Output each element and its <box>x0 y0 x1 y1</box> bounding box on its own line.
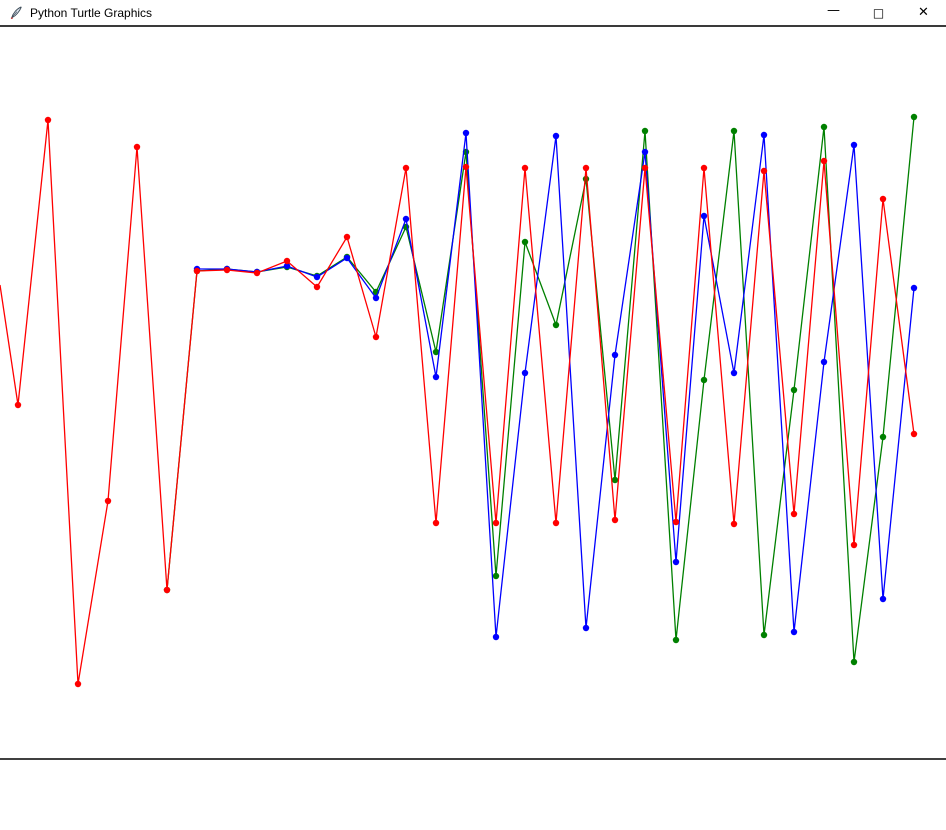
data-point-green <box>851 659 857 665</box>
data-point-blue <box>314 274 320 280</box>
data-point-green <box>791 387 797 393</box>
data-point-red <box>254 270 260 276</box>
data-point-red <box>75 681 81 687</box>
data-point-red <box>463 164 469 170</box>
data-point-red <box>851 542 857 548</box>
data-point-blue <box>642 149 648 155</box>
data-point-green <box>701 377 707 383</box>
close-button[interactable]: ✕ <box>901 0 946 25</box>
data-point-green <box>761 632 767 638</box>
data-point-red <box>134 144 140 150</box>
data-point-red <box>761 168 767 174</box>
data-point-blue <box>612 352 618 358</box>
data-point-green <box>522 239 528 245</box>
data-point-blue <box>463 130 469 136</box>
series-line-blue <box>197 133 914 637</box>
data-point-red <box>164 587 170 593</box>
maximize-button[interactable]: □ <box>856 0 901 25</box>
data-point-green <box>642 128 648 134</box>
window-title: Python Turtle Graphics <box>30 5 152 20</box>
data-point-red <box>45 117 51 123</box>
data-point-blue <box>851 142 857 148</box>
data-point-green <box>612 477 618 483</box>
data-point-red <box>731 521 737 527</box>
data-point-red <box>612 517 618 523</box>
data-point-blue <box>821 359 827 365</box>
data-point-green <box>553 322 559 328</box>
data-point-red <box>15 402 21 408</box>
data-point-red <box>194 268 200 274</box>
data-point-green <box>493 573 499 579</box>
data-point-red <box>821 158 827 164</box>
data-point-red <box>224 267 230 273</box>
data-point-blue <box>373 295 379 301</box>
data-point-blue <box>403 216 409 222</box>
data-point-red <box>314 284 320 290</box>
data-point-green <box>880 434 886 440</box>
data-point-green <box>731 128 737 134</box>
minimize-button[interactable]: — <box>811 0 856 25</box>
data-point-red <box>284 258 290 264</box>
data-point-red <box>553 520 559 526</box>
data-point-red <box>493 520 499 526</box>
canvas-area <box>0 27 946 830</box>
data-point-blue <box>911 285 917 291</box>
data-point-red <box>911 431 917 437</box>
data-point-red <box>701 165 707 171</box>
data-point-red <box>880 196 886 202</box>
minimize-icon: — <box>827 4 840 17</box>
close-icon: ✕ <box>918 6 929 19</box>
data-point-red <box>433 520 439 526</box>
data-point-green <box>673 637 679 643</box>
data-point-green <box>821 124 827 130</box>
data-point-red <box>642 165 648 171</box>
turtle-canvas <box>0 27 946 830</box>
data-point-blue <box>701 213 707 219</box>
data-point-blue <box>553 133 559 139</box>
series-line-green <box>167 117 914 662</box>
data-point-red <box>673 519 679 525</box>
data-point-red <box>791 511 797 517</box>
data-point-blue <box>731 370 737 376</box>
data-point-blue <box>761 132 767 138</box>
data-point-red <box>583 165 589 171</box>
data-point-red <box>522 165 528 171</box>
data-point-blue <box>493 634 499 640</box>
data-point-green <box>583 176 589 182</box>
data-point-blue <box>522 370 528 376</box>
data-point-blue <box>791 629 797 635</box>
feather-icon <box>9 6 23 20</box>
data-point-red <box>344 234 350 240</box>
title-bar: Python Turtle Graphics — □ ✕ <box>0 0 946 27</box>
maximize-icon: □ <box>873 7 884 19</box>
data-point-blue <box>344 255 350 261</box>
data-point-blue <box>583 625 589 631</box>
data-point-red <box>403 165 409 171</box>
data-point-green <box>911 114 917 120</box>
data-point-blue <box>433 374 439 380</box>
data-point-blue <box>673 559 679 565</box>
data-point-red <box>373 334 379 340</box>
app-icon <box>8 5 24 21</box>
turtle-window: Python Turtle Graphics — □ ✕ <box>0 0 946 830</box>
data-point-blue <box>880 596 886 602</box>
data-point-red <box>105 498 111 504</box>
